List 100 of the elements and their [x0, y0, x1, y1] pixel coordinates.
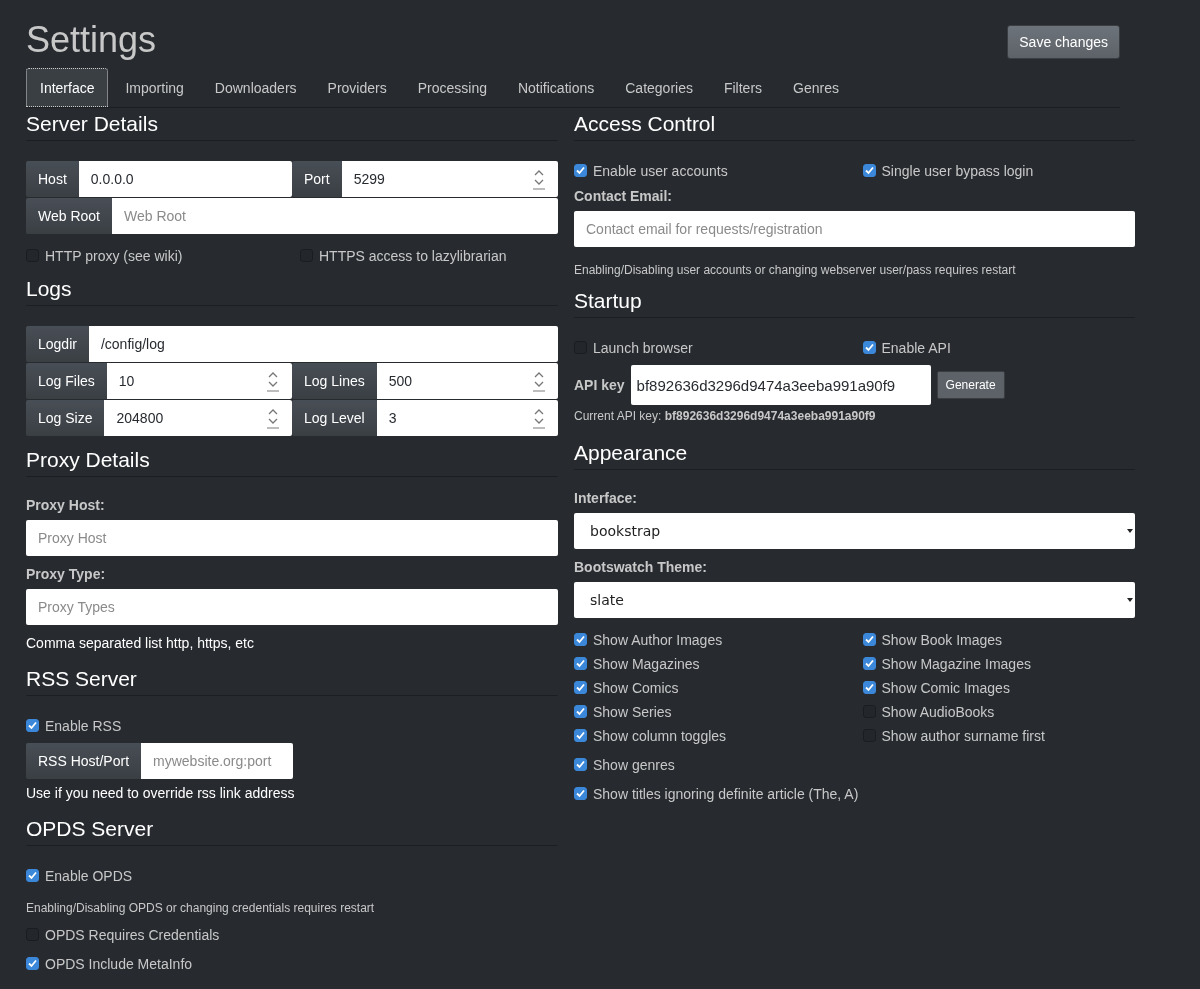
- field-label: Contact Email:: [574, 188, 673, 204]
- checkbox-label: Show titles ignoring definite article (The, A): [593, 785, 859, 802]
- text-field[interactable]: 0.0.0.0: [78, 161, 292, 197]
- section-heading: RSS Server: [26, 667, 558, 696]
- section-heading: Proxy Details: [26, 448, 558, 477]
- tab[interactable]: Filters: [709, 68, 777, 107]
- checkbox-label: Show genres: [593, 756, 675, 773]
- checkbox-label: Show Author Images: [593, 631, 723, 648]
- field-label: Bootswatch Theme:: [574, 559, 708, 575]
- checkbox-label: HTTP proxy (see wiki): [45, 247, 183, 264]
- input-addon: Log Level: [292, 400, 377, 436]
- checkbox-label: Show AudioBooks: [881, 703, 995, 720]
- checkbox-label: Show Book Images: [881, 631, 1003, 648]
- tab[interactable]: Downloaders: [200, 68, 311, 107]
- checkbox[interactable]: [574, 787, 587, 800]
- tab[interactable]: Categories: [611, 68, 707, 107]
- text-field[interactable]: /config/log: [88, 326, 558, 362]
- number-field[interactable]: 500: [376, 363, 558, 399]
- checkbox[interactable]: [862, 681, 876, 694]
- checkbox-label: Show column toggles: [593, 727, 727, 744]
- tab[interactable]: Interface: [26, 68, 109, 107]
- checkbox[interactable]: [574, 633, 587, 646]
- spinner-icon[interactable]: [532, 407, 546, 429]
- section-heading: Server Details: [26, 112, 558, 141]
- current-api-key-text: Current API key: bf892636d3296d9474a3eeba991a90f9: [574, 409, 877, 423]
- section-heading: Startup: [574, 289, 1135, 318]
- checkbox-label: Show Magazines: [593, 655, 700, 672]
- generate-button[interactable]: Generate: [936, 371, 1005, 399]
- input-addon: RSS Host/Port: [26, 743, 142, 779]
- page-title: Settings: [26, 20, 157, 60]
- section-heading: Appearance: [574, 441, 1135, 470]
- checkbox-label: Single user bypass login: [881, 162, 1034, 179]
- checkbox-label: Show Comic Images: [881, 679, 1010, 696]
- text-field[interactable]: Web Root: [112, 198, 558, 234]
- select-field[interactable]: bookstrap: [574, 513, 1135, 549]
- checkbox[interactable]: [574, 729, 587, 742]
- text-field[interactable]: mywebsite.org:port: [141, 743, 293, 779]
- field-label: Proxy Type:: [26, 566, 107, 582]
- section-heading: Access Control: [574, 112, 1135, 141]
- caret-icon: [1127, 529, 1133, 533]
- checkbox[interactable]: [574, 758, 587, 771]
- checkbox[interactable]: [26, 957, 39, 970]
- number-field[interactable]: 5299: [341, 161, 558, 197]
- save-button[interactable]: Save changes: [1007, 25, 1120, 59]
- input-addon: Web Root: [26, 198, 112, 234]
- input-addon: Log Lines: [292, 363, 377, 399]
- checkbox[interactable]: [862, 633, 876, 646]
- caret-icon: [1127, 598, 1133, 602]
- section-heading: Logs: [26, 277, 558, 306]
- tab[interactable]: Importing: [111, 68, 198, 107]
- help-text: Comma separated list http, https, etc: [26, 635, 255, 651]
- checkbox-label: OPDS Requires Credentials: [45, 926, 220, 943]
- checkbox[interactable]: [574, 681, 587, 694]
- checkbox[interactable]: [574, 705, 587, 718]
- checkbox[interactable]: [862, 341, 876, 354]
- checkbox-label: Enable OPDS: [45, 867, 133, 884]
- field-label: Proxy Host:: [26, 497, 106, 513]
- checkbox[interactable]: [26, 719, 39, 732]
- text-field[interactable]: Proxy Types: [26, 589, 558, 625]
- tab[interactable]: Processing: [403, 68, 501, 107]
- checkbox-label: Launch browser: [593, 339, 693, 356]
- spinner-icon[interactable]: [532, 370, 546, 392]
- input-addon: Logdir: [26, 326, 89, 362]
- checkbox-label: Show Series: [593, 703, 672, 720]
- text-field[interactable]: Contact email for requests/registration: [574, 211, 1135, 247]
- spinner-icon[interactable]: [532, 168, 546, 190]
- checkbox-label: OPDS Include MetaInfo: [45, 955, 193, 972]
- checkbox-label: Show author surname first: [881, 727, 1045, 744]
- help-text: Use if you need to override rss link address: [26, 785, 296, 801]
- spinner-icon[interactable]: [266, 407, 280, 429]
- number-field[interactable]: 204800: [104, 400, 292, 436]
- checkbox[interactable]: [862, 164, 876, 177]
- checkbox-label: Enable user accounts: [593, 162, 728, 179]
- checkbox[interactable]: [574, 657, 587, 670]
- select-field[interactable]: slate: [574, 582, 1135, 618]
- field-label: API key: [574, 377, 625, 393]
- checkbox[interactable]: [26, 869, 39, 882]
- input-addon: Log Size: [26, 400, 105, 436]
- field-label: Interface:: [574, 490, 639, 506]
- checkbox-label: Show Magazine Images: [881, 655, 1031, 672]
- checkbox-label: HTTPS access to lazylibrarian: [319, 247, 507, 264]
- input-addon: Log Files: [26, 363, 107, 399]
- note-text: Enabling/Disabling user accounts or changing webserver user/pass requires restart: [574, 263, 1017, 277]
- checkbox[interactable]: [862, 657, 876, 670]
- section-heading: OPDS Server: [26, 817, 558, 846]
- tab[interactable]: Notifications: [503, 68, 609, 107]
- api-key-field[interactable]: bf892636d3296d9474a3eeba991a90f9: [630, 365, 931, 405]
- input-addon: Host: [26, 161, 79, 197]
- tab[interactable]: Genres: [779, 68, 853, 107]
- number-field[interactable]: 3: [376, 400, 558, 436]
- note-text: Enabling/Disabling OPDS or changing credentials requires restart: [26, 901, 376, 915]
- checkbox-label: Enable RSS: [45, 717, 122, 734]
- checkbox-label: Enable API: [881, 339, 951, 356]
- tab[interactable]: Providers: [313, 68, 401, 107]
- spinner-icon[interactable]: [266, 370, 280, 392]
- number-field[interactable]: 10: [106, 363, 292, 399]
- checkbox-label: Show Comics: [593, 679, 679, 696]
- input-addon: Port: [292, 161, 342, 197]
- checkbox[interactable]: [574, 164, 587, 177]
- text-field[interactable]: Proxy Host: [26, 520, 558, 556]
